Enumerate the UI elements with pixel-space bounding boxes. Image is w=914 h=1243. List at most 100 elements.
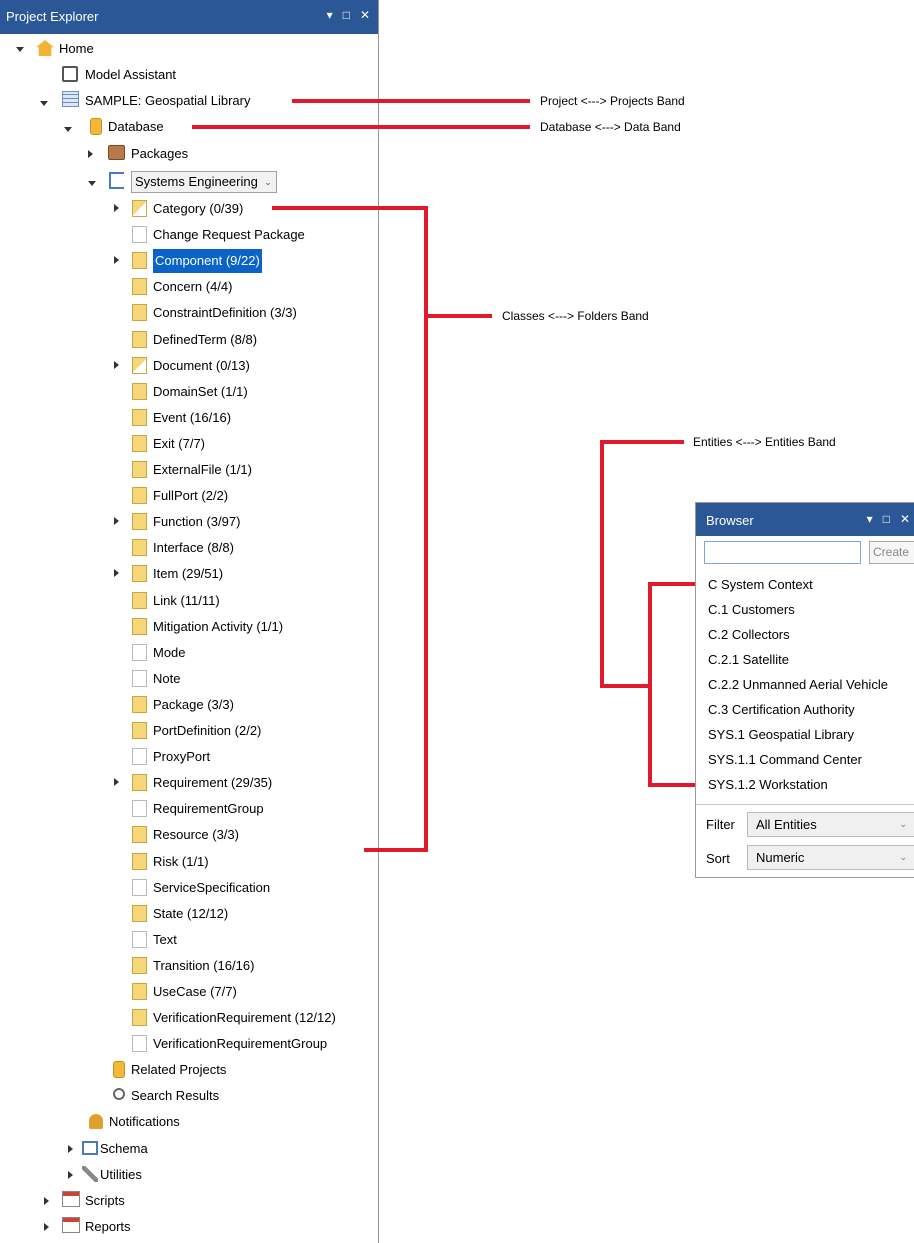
classes-band-annotation: Classes <---> Folders Band [502, 309, 649, 323]
class-label: Mitigation Activity (1/1) [153, 618, 284, 634]
tree-related-projects[interactable]: Related Projects [131, 1057, 226, 1081]
collapse-home-icon[interactable] [16, 47, 24, 52]
tree-database[interactable]: Database [108, 114, 164, 138]
class-label: State (12/12) [153, 905, 229, 921]
expand-class-icon[interactable] [114, 569, 119, 577]
pin-dropdown-icon[interactable]: ▾ [867, 512, 873, 526]
tree-class-item[interactable]: Change Request Package [153, 222, 305, 246]
tree-utilities[interactable]: Utilities [100, 1162, 142, 1186]
sort-value: Numeric [756, 850, 805, 865]
tree-class-item[interactable]: Function (3/97) [153, 509, 240, 533]
entity-item[interactable]: C.3 Certification Authority [708, 697, 855, 722]
tree-class-item[interactable]: ServiceSpecification [153, 875, 270, 899]
collapse-project-icon[interactable] [40, 101, 48, 106]
expand-class-icon[interactable] [114, 361, 119, 369]
tree-class-item[interactable]: Link (11/11) [153, 588, 220, 612]
expand-utilities-icon[interactable] [68, 1171, 73, 1179]
expand-class-icon[interactable] [114, 778, 119, 786]
collapse-database-icon[interactable] [64, 127, 72, 132]
search-results-icon [113, 1088, 125, 1100]
folder-icon [132, 1009, 147, 1026]
tree-scripts[interactable]: Scripts [85, 1188, 125, 1212]
pin-dropdown-icon[interactable]: ▾ [327, 8, 333, 22]
tree-class-item[interactable]: Resource (3/3) [153, 822, 239, 846]
tree-class-item[interactable]: Component (9/22) [153, 248, 262, 273]
tree-class-item[interactable]: Item (29/51) [153, 561, 223, 585]
tree-class-item[interactable]: DefinedTerm (8/8) [153, 327, 257, 351]
entity-item[interactable]: C.2 Collectors [708, 622, 790, 647]
entity-item[interactable]: C.2.1 Satellite [708, 647, 789, 672]
create-button[interactable]: Create [869, 541, 914, 564]
expand-class-icon[interactable] [114, 517, 119, 525]
class-label: Item (29/51) [153, 565, 224, 581]
maximize-icon[interactable]: □ [883, 512, 890, 526]
close-icon[interactable]: ✕ [360, 8, 370, 22]
expand-reports-icon[interactable] [44, 1223, 49, 1231]
tree-class-item[interactable]: Exit (7/7) [153, 431, 205, 455]
tree-reports[interactable]: Reports [85, 1214, 131, 1238]
tree-class-item[interactable]: Risk (1/1) [153, 849, 209, 873]
tree-class-item[interactable]: ExternalFile (1/1) [153, 457, 252, 481]
tree-packages[interactable]: Packages [131, 141, 188, 165]
tree-class-item[interactable]: Mitigation Activity (1/1) [153, 614, 283, 638]
tree-class-item[interactable]: Category (0/39) [153, 196, 243, 220]
tree-class-item[interactable]: FullPort (2/2) [153, 483, 228, 507]
tree-class-item[interactable]: ProxyPort [153, 744, 210, 768]
tree-class-item[interactable]: PortDefinition (2/2) [153, 718, 261, 742]
tree-class-item[interactable]: State (12/12) [153, 901, 228, 925]
tree-class-item[interactable]: Note [153, 666, 180, 690]
tree-class-item[interactable]: UseCase (7/7) [153, 979, 237, 1003]
entity-item[interactable]: C.1 Customers [708, 597, 795, 622]
tree-class-item[interactable]: Text [153, 927, 177, 951]
tree-class-item[interactable]: VerificationRequirement (12/12) [153, 1005, 336, 1029]
class-label: Category (0/39) [153, 200, 244, 216]
class-label: Exit (7/7) [153, 435, 206, 451]
tree-class-item[interactable]: Requirement (29/35) [153, 770, 272, 794]
facility-selector[interactable]: Systems Engineering ⌄ [131, 169, 277, 193]
class-label: ProxyPort [153, 748, 211, 764]
entity-item[interactable]: SYS.1.2 Workstation [708, 772, 828, 797]
entity-item[interactable]: SYS.1 Geospatial Library [708, 722, 854, 747]
tree-class-item[interactable]: Concern (4/4) [153, 274, 232, 298]
class-label: Component (9/22) [153, 248, 262, 273]
entities-bracket-top [648, 582, 696, 586]
tree-class-item[interactable]: ConstraintDefinition (3/3) [153, 300, 297, 324]
calendar-icon [62, 1191, 80, 1207]
tree-class-item[interactable]: Mode [153, 640, 186, 664]
close-icon[interactable]: ✕ [900, 512, 910, 526]
tree-class-item[interactable]: RequirementGroup [153, 796, 264, 820]
tree-model-assistant[interactable]: Model Assistant [85, 62, 176, 86]
tree-class-item[interactable]: VerificationRequirementGroup [153, 1031, 327, 1055]
browser-search-input[interactable] [704, 541, 861, 564]
filter-select[interactable]: All Entities ⌄ [747, 812, 914, 837]
entity-item[interactable]: C.2.2 Unmanned Aerial Vehicle [708, 672, 888, 697]
expand-class-icon[interactable] [114, 204, 119, 212]
tree-class-item[interactable]: Interface (8/8) [153, 535, 234, 559]
browser-panel: Browser ▾ □ ✕ Create C System Context C.1… [695, 502, 914, 878]
tree-schema[interactable]: Schema [100, 1136, 148, 1160]
tree-class-item[interactable]: Document (0/13) [153, 353, 250, 377]
tree-class-item[interactable]: Package (3/3) [153, 692, 234, 716]
expand-packages-icon[interactable] [88, 150, 93, 158]
search-results-label: Search Results [131, 1087, 220, 1103]
class-label: Transition (16/16) [153, 957, 255, 973]
entity-item[interactable]: SYS.1.1 Command Center [708, 747, 862, 772]
entity-item[interactable]: C System Context [708, 572, 813, 597]
tree-class-item[interactable]: Event (16/16) [153, 405, 231, 429]
tree-notifications[interactable]: Notifications [109, 1109, 180, 1133]
expand-schema-icon[interactable] [68, 1145, 73, 1153]
expand-scripts-icon[interactable] [44, 1197, 49, 1205]
maximize-icon[interactable]: □ [343, 8, 350, 22]
tree-class-item[interactable]: DomainSet (1/1) [153, 379, 248, 403]
class-label: DomainSet (1/1) [153, 383, 248, 399]
tree-search-results[interactable]: Search Results [131, 1083, 219, 1107]
sort-select[interactable]: Numeric ⌄ [747, 845, 914, 870]
tree-project[interactable]: SAMPLE: Geospatial Library [85, 88, 250, 112]
folder-icon [132, 879, 147, 896]
chevron-down-icon: ⌄ [899, 852, 907, 862]
folder-icon [132, 696, 147, 713]
expand-class-icon[interactable] [114, 256, 119, 264]
collapse-facility-icon[interactable] [88, 181, 96, 186]
tree-home[interactable]: Home [59, 36, 94, 60]
tree-class-item[interactable]: Transition (16/16) [153, 953, 254, 977]
